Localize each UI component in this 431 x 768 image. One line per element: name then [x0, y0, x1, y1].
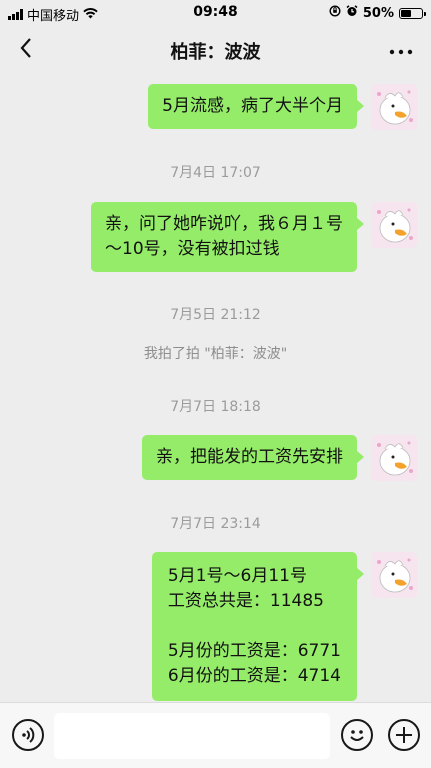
- avatar[interactable]: [371, 552, 417, 598]
- message-row: 亲，问了她咋说吖，我６月１号 ～10号，没有被扣过钱: [91, 202, 417, 272]
- message-bubble[interactable]: 亲，把能发的工资先安排: [142, 435, 364, 480]
- duck-avatar-icon: [371, 435, 417, 481]
- nav-bar: 柏菲：波波: [0, 26, 431, 72]
- timestamp: 7月7日 23:14: [170, 516, 261, 532]
- status-bar: 中国移动 09:48 50%: [0, 0, 431, 26]
- avatar[interactable]: [371, 84, 417, 130]
- message-bubble[interactable]: 亲，问了她咋说吖，我６月１号 ～10号，没有被扣过钱: [91, 202, 364, 272]
- input-bar: [0, 702, 431, 768]
- alarm-icon: [346, 5, 358, 21]
- message-row: 亲，把能发的工资先安排: [142, 435, 417, 481]
- duck-avatar-icon: [371, 84, 417, 130]
- battery-percent: 50%: [362, 5, 394, 21]
- message-bubble[interactable]: 5月流感，病了大半个月: [148, 84, 364, 129]
- timestamp: 7月7日 18:18: [170, 399, 261, 415]
- avatar[interactable]: [371, 202, 417, 248]
- chat-title: 柏菲：波波: [170, 42, 261, 63]
- voice-button[interactable]: [12, 719, 44, 751]
- orientation-lock-icon: [329, 5, 341, 21]
- message-bubble[interactable]: 5月1号～6月11号 工资总共是：11485 5月份的工资是：6771 6月份的…: [151, 552, 365, 701]
- duck-avatar-icon: [371, 552, 417, 598]
- message-input[interactable]: [54, 713, 330, 759]
- message-row: 5月1号～6月11号 工资总共是：11485 5月份的工资是：6771 6月份的…: [151, 552, 417, 701]
- emoji-icon: [350, 730, 364, 741]
- message-row: 5月流感，病了大半个月: [148, 84, 417, 130]
- chat-area[interactable]: 5月流感，病了大半个月 7月4日 17:07 亲，问了她咋说吖，我６月１号 ～1…: [0, 72, 431, 702]
- voice-icon: [22, 727, 35, 743]
- more-button[interactable]: [389, 39, 413, 59]
- system-message: 我拍了拍 "柏菲：波波": [143, 346, 288, 362]
- plus-button[interactable]: [388, 719, 420, 751]
- avatar[interactable]: [371, 435, 417, 481]
- battery-icon: [399, 7, 426, 19]
- emoji-button[interactable]: [341, 719, 373, 751]
- timestamp: 7月5日 21:12: [170, 307, 261, 323]
- plus-icon: [396, 727, 412, 743]
- duck-avatar-icon: [371, 202, 417, 248]
- timestamp: 7月4日 17:07: [170, 165, 261, 181]
- more-dots-icon: [389, 49, 413, 55]
